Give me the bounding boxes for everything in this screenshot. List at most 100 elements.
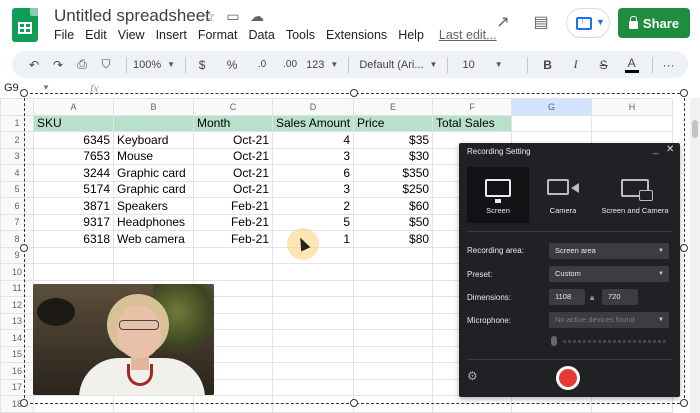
lock-aspect-icon[interactable]: 🔒︎ [590,293,594,303]
menu-tools[interactable]: Tools [286,28,315,42]
sheets-logo-icon[interactable] [12,8,38,42]
row-header[interactable]: 14 [0,329,34,347]
currency-format-button[interactable]: $ [192,54,212,76]
webcam-preview[interactable] [33,284,214,395]
cell[interactable]: Month [193,114,273,132]
gear-icon[interactable]: ⚙ [467,369,478,383]
cell[interactable]: Mouse [113,147,194,165]
cell[interactable] [271,378,355,396]
width-input[interactable]: 1108 [549,289,585,305]
cell[interactable]: Web camera [113,230,194,248]
cell[interactable]: Oct-21 [193,131,273,149]
cell[interactable]: Headphones [113,213,194,231]
resize-handle[interactable] [680,399,688,407]
cell[interactable]: $35 [353,131,434,149]
activity-trend-icon[interactable]: ↗ [492,12,514,34]
document-title[interactable]: Untitled spreadsheet [54,6,210,26]
column-header-g[interactable]: G [511,98,593,116]
cell[interactable] [271,296,355,314]
font-size-select[interactable]: 10 ▼ [462,59,502,71]
menu-file[interactable]: File [54,28,74,42]
column-header-d[interactable]: D [271,98,355,116]
increase-decimal-button[interactable]: .00 [280,54,300,76]
cell[interactable]: Sales Amount [271,114,355,132]
menu-data[interactable]: Data [248,28,274,42]
paint-format-icon[interactable]: ⛉ [96,54,116,76]
cell[interactable]: 6318 [33,230,114,248]
star-icon[interactable]: ☆ [200,7,218,25]
row-header[interactable]: 11 [0,279,34,297]
cell[interactable]: Oct-21 [193,164,273,182]
redo-icon[interactable]: ↷ [48,54,68,76]
bold-button[interactable]: B [538,54,558,76]
menu-format[interactable]: Format [198,28,238,42]
tab-screen-and-camera[interactable]: Screen and Camera [595,167,675,223]
cell[interactable]: 3 [271,180,355,198]
print-icon[interactable]: ⎙ [72,54,92,76]
row-header[interactable]: 5 [0,180,34,198]
cell[interactable] [271,279,355,297]
column-header-e[interactable]: E [353,98,434,116]
tab-screen[interactable]: Screen [467,167,529,223]
comment-history-icon[interactable]: ▤ [530,12,552,34]
menu-extensions[interactable]: Extensions [326,28,387,42]
row-header[interactable]: 8 [0,230,34,248]
row-header[interactable]: 6 [0,197,34,215]
cell[interactable] [271,312,355,330]
chevron-down-icon[interactable]: ▼ [42,83,50,92]
cell[interactable] [33,246,114,264]
row-header[interactable]: 16 [0,362,34,380]
cell[interactable] [353,329,434,347]
cell[interactable] [353,296,434,314]
cell[interactable]: 3 [271,147,355,165]
cell[interactable]: 9317 [33,213,114,231]
cell[interactable]: Total Sales [432,114,513,132]
cell[interactable] [271,345,355,363]
resize-handle[interactable] [350,399,358,407]
row-header[interactable]: 12 [0,296,34,314]
cell[interactable]: Graphic card [113,180,194,198]
cell[interactable] [511,114,593,132]
row-header[interactable]: 3 [0,147,34,165]
cell[interactable] [353,312,434,330]
recording-area-select[interactable]: Screen area ▼ [549,243,669,259]
cell[interactable]: Oct-21 [193,180,273,198]
resize-handle[interactable] [680,89,688,97]
cell[interactable]: 5174 [33,180,114,198]
row-header[interactable]: 17 [0,378,34,396]
column-header-c[interactable]: C [193,98,273,116]
cell[interactable]: SKU [33,114,114,132]
cell[interactable]: 6 [271,164,355,182]
row-header[interactable]: 1 [0,114,34,132]
row-header[interactable]: 15 [0,345,34,363]
cell[interactable]: Feb-21 [193,213,273,231]
menu-help[interactable]: Help [398,28,424,42]
more-formats-select[interactable]: 123 ▼ [306,59,338,71]
cell[interactable]: 5 [271,213,355,231]
vertical-scrollbar[interactable] [690,98,700,413]
cell[interactable] [353,246,434,264]
move-folder-icon[interactable]: ▭ [224,7,242,25]
height-input[interactable]: 720 [602,289,638,305]
row-header[interactable]: 10 [0,263,34,281]
record-button[interactable] [556,366,580,390]
column-header-h[interactable]: H [591,98,674,116]
cell[interactable] [113,114,194,132]
corner-cell[interactable] [0,98,34,116]
cell[interactable]: 3871 [33,197,114,215]
column-header-a[interactable]: A [33,98,114,116]
cell[interactable] [591,114,674,132]
row-header[interactable]: 2 [0,131,34,149]
font-family-select[interactable]: Default (Ari... ▼ [359,59,437,71]
name-box[interactable]: G9 [4,82,19,94]
cell[interactable]: Price [353,114,434,132]
cell[interactable] [33,263,114,281]
close-icon[interactable]: ✕ [666,144,674,155]
menu-insert[interactable]: Insert [156,28,187,42]
cell[interactable]: 2 [271,197,355,215]
cell[interactable]: Feb-21 [193,230,273,248]
cell[interactable] [271,263,355,281]
menu-view[interactable]: View [118,28,145,42]
resize-handle[interactable] [20,244,28,252]
cell[interactable] [113,246,194,264]
